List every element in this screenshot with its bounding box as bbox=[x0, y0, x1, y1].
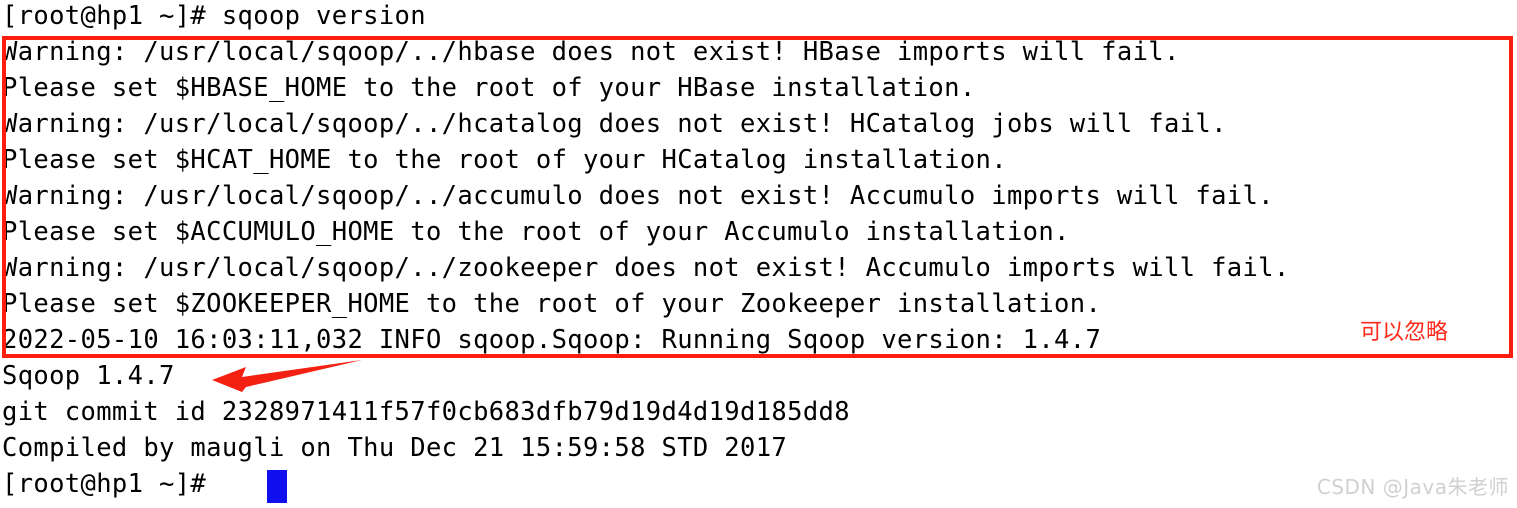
terminal-line-warning-accumulo: Warning: /usr/local/sqoop/../accumulo do… bbox=[2, 181, 1274, 211]
terminal-line-warning-hcatalog: Warning: /usr/local/sqoop/../hcatalog do… bbox=[2, 109, 1227, 139]
terminal-line-accumulo-home: Please set $ACCUMULO_HOME to the root of… bbox=[2, 217, 1070, 247]
terminal-line-prompt: [root@hp1 ~]# bbox=[2, 469, 222, 499]
terminal-cursor bbox=[267, 470, 287, 503]
terminal-line-warning-hbase: Warning: /usr/local/sqoop/../hbase does … bbox=[2, 37, 1180, 67]
watermark: CSDN @Java朱老师 bbox=[1316, 475, 1509, 499]
terminal-line-hcat-home: Please set $HCAT_HOME to the root of you… bbox=[2, 145, 1007, 175]
terminal-line-git-commit-id: git commit id 2328971411f57f0cb683dfb79d… bbox=[2, 397, 850, 427]
red-arrow-icon bbox=[212, 360, 362, 392]
terminal-line-hbase-home: Please set $HBASE_HOME to the root of yo… bbox=[2, 73, 976, 103]
annotation-note-text: 可以忽略 bbox=[1360, 320, 1449, 345]
terminal-line-command: [root@hp1 ~]# sqoop version bbox=[2, 1, 426, 31]
terminal-line-compiled-by: Compiled by maugli on Thu Dec 21 15:59:5… bbox=[2, 433, 788, 463]
terminal-line-warning-zookeeper: Warning: /usr/local/sqoop/../zookeeper d… bbox=[2, 253, 1290, 283]
terminal-line-zookeeper-home: Please set $ZOOKEEPER_HOME to the root o… bbox=[2, 289, 1102, 319]
terminal-window[interactable]: [root@hp1 ~]# sqoop version Warning: /us… bbox=[0, 0, 1517, 508]
terminal-line-info-running-sqoop: 2022-05-10 16:03:11,032 INFO sqoop.Sqoop… bbox=[2, 325, 1102, 355]
